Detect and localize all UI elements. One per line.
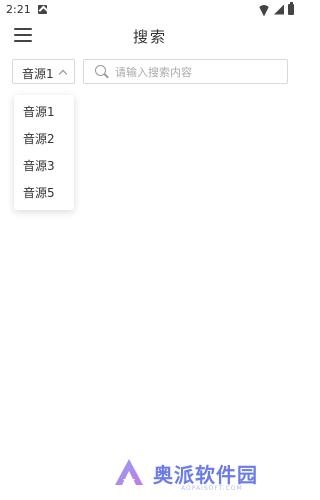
dropdown-item-source-2[interactable]: 音源2 xyxy=(14,127,74,151)
dropdown-item-source-3[interactable]: 音源3 xyxy=(14,154,74,178)
battery-icon xyxy=(288,2,294,15)
wifi-icon xyxy=(258,5,270,15)
cellular-signal-icon xyxy=(274,4,284,15)
watermark: 奥派软件园 AOPAISOFT.COM xyxy=(113,455,293,495)
status-time: 2:21 xyxy=(6,3,31,16)
status-icons xyxy=(258,2,294,15)
search-box[interactable] xyxy=(83,59,288,84)
chevron-up-icon xyxy=(58,69,68,79)
watermark-brand: 奥派软件园 xyxy=(153,463,258,487)
search-icon xyxy=(95,65,106,76)
source-select-value: 音源1 xyxy=(22,67,54,81)
source-dropdown-menu: 音源1 音源2 音源3 音源5 xyxy=(14,95,74,210)
watermark-subtitle: AOPAISOFT.COM xyxy=(181,485,243,492)
dropdown-item-source-5[interactable]: 音源5 xyxy=(14,181,74,205)
search-input[interactable] xyxy=(115,63,283,81)
top-bar: 搜索 xyxy=(0,20,300,50)
dropdown-item-source-1[interactable]: 音源1 xyxy=(14,100,74,124)
notification-icon xyxy=(38,5,47,14)
watermark-logo-icon xyxy=(115,459,143,485)
status-bar: 2:21 xyxy=(0,0,300,20)
source-select[interactable]: 音源1 xyxy=(12,59,75,84)
page-title: 搜索 xyxy=(132,28,167,46)
